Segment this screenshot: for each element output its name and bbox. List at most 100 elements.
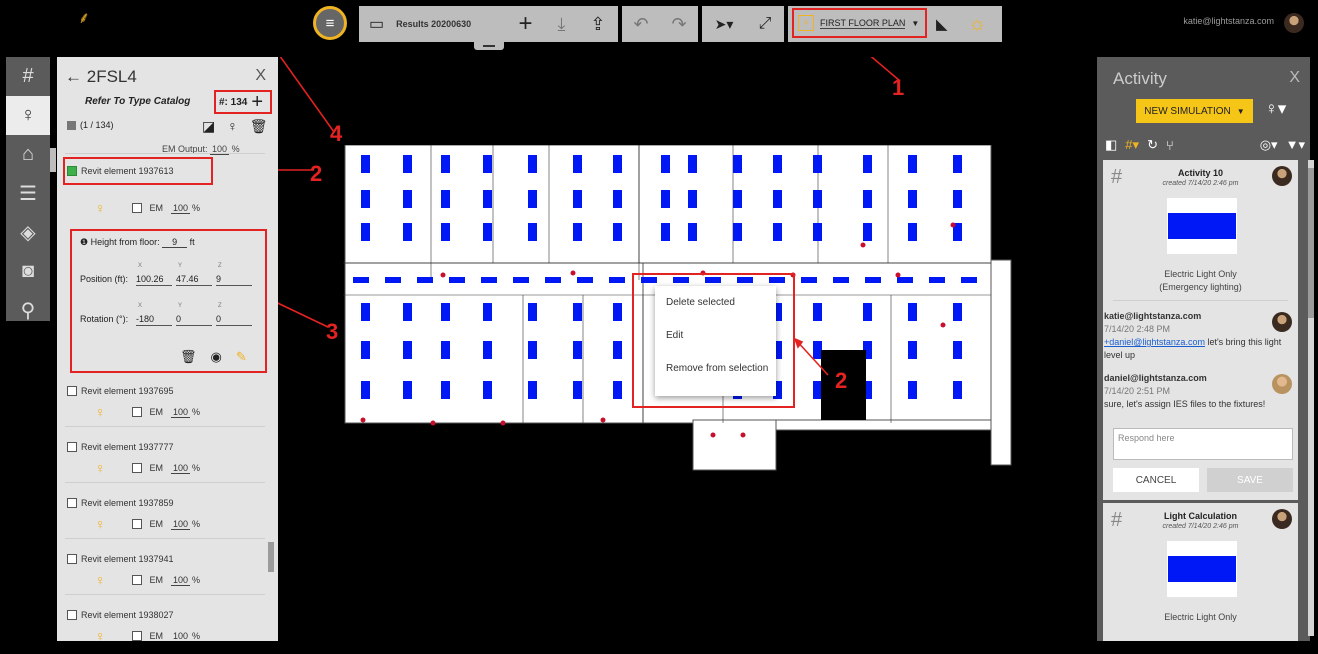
fixture-marker[interactable] [940, 322, 946, 328]
light-fixture[interactable] [403, 381, 412, 399]
light-fixture[interactable] [441, 155, 450, 173]
light-fixture[interactable] [573, 155, 582, 173]
light-fixture[interactable] [953, 190, 962, 208]
light-fixture[interactable] [528, 190, 537, 208]
light-fixture[interactable] [361, 190, 370, 208]
branch-icon[interactable]: ⑂ [1166, 138, 1174, 153]
light-fixture[interactable] [361, 341, 370, 359]
avatar[interactable] [1284, 13, 1304, 33]
add-fixture-button[interactable]: + [251, 92, 263, 112]
location-pin-icon[interactable]: ⚲ [6, 291, 50, 330]
light-fixture[interactable] [661, 223, 670, 241]
new-simulation-button[interactable]: NEW SIMULATION ▼ [1136, 99, 1253, 123]
element-checkbox[interactable] [67, 498, 77, 508]
light-fixture[interactable] [863, 190, 872, 208]
light-fixture[interactable] [513, 277, 529, 283]
light-fixture[interactable] [613, 341, 622, 359]
em-input[interactable]: 100 [171, 463, 191, 474]
expand-icon[interactable]: ⤢ [759, 15, 772, 33]
position-x-input[interactable]: 100.26 [136, 274, 172, 286]
bulb-outline-icon[interactable]: ♀ [227, 118, 238, 135]
fixture-marker[interactable] [950, 222, 956, 228]
user-email[interactable]: katie@lightstanza.com [1183, 16, 1274, 26]
light-fixture[interactable] [773, 190, 782, 208]
em-input[interactable]: 100 [171, 631, 191, 641]
measure-icon[interactable]: ◣ [936, 15, 948, 33]
element-row[interactable]: Revit element 1937695 [67, 386, 174, 396]
visibility-icon[interactable]: ◎▾ [1260, 137, 1278, 153]
em-checkbox[interactable] [131, 463, 142, 473]
respond-input[interactable]: Respond here [1113, 428, 1293, 460]
fixture-marker[interactable] [860, 242, 866, 248]
light-fixture[interactable] [403, 303, 412, 321]
save-button[interactable]: SAVE [1207, 468, 1293, 492]
result-thumbnail[interactable] [1167, 541, 1237, 597]
light-fixture[interactable] [573, 303, 582, 321]
close-icon[interactable]: X [255, 67, 266, 85]
light-fixture[interactable] [449, 277, 465, 283]
light-fixture[interactable] [545, 277, 561, 283]
light-fixture[interactable] [441, 381, 450, 399]
light-fixture[interactable] [441, 190, 450, 208]
menu-fab-button[interactable]: ≡ [313, 6, 347, 40]
element-row[interactable]: Revit element 1937777 [67, 442, 174, 452]
light-fixture[interactable] [688, 190, 697, 208]
card-title[interactable]: Activity 10 [1103, 168, 1298, 178]
light-fixture[interactable] [613, 223, 622, 241]
trash-icon[interactable]: 🗑 [180, 349, 197, 365]
light-fixture[interactable] [688, 223, 697, 241]
em-checkbox[interactable] [131, 407, 142, 417]
light-fixture[interactable] [863, 303, 872, 321]
element-row[interactable]: Revit element 1938027 [67, 610, 174, 620]
pointer-icon[interactable]: ➤▾ [715, 16, 734, 33]
edit-item[interactable]: Edit [655, 319, 776, 352]
undo-icon[interactable]: ↶ [633, 14, 648, 35]
light-fixture[interactable] [733, 223, 742, 241]
fixture-marker[interactable] [570, 270, 576, 276]
light-fixture[interactable] [733, 155, 742, 173]
fixture-marker[interactable] [440, 272, 446, 278]
grid-filter-icon[interactable]: #▾ [1125, 137, 1139, 153]
light-fixture[interactable] [483, 381, 492, 399]
light-fixture[interactable] [481, 277, 497, 283]
light-fixture[interactable] [773, 155, 782, 173]
light-fixture[interactable] [483, 341, 492, 359]
em-checkbox[interactable] [131, 519, 142, 529]
light-fixture[interactable] [403, 341, 412, 359]
light-fixture[interactable] [483, 223, 492, 241]
floor-plan-select[interactable]: ♀ FIRST FLOOR PLAN ▼ [792, 8, 927, 38]
add-icon[interactable]: + [518, 10, 532, 38]
scrollbar[interactable] [1308, 160, 1314, 636]
em-checkbox[interactable] [131, 631, 142, 641]
light-fixture[interactable] [661, 155, 670, 173]
light-fixture[interactable] [613, 190, 622, 208]
element-checkbox[interactable] [67, 166, 77, 176]
cancel-button[interactable]: CANCEL [1113, 468, 1199, 492]
light-fixture[interactable] [801, 277, 817, 283]
light-fixture[interactable] [361, 303, 370, 321]
back-arrow-icon[interactable]: ← [65, 67, 82, 86]
remove-from-selection-item[interactable]: Remove from selection [655, 352, 776, 385]
fixture-marker[interactable] [740, 432, 746, 438]
sun-icon[interactable]: ☼ [968, 13, 986, 36]
grid-icon[interactable]: # [6, 57, 50, 96]
em-input[interactable]: 100 [171, 203, 191, 214]
light-fixture[interactable] [613, 303, 622, 321]
light-fixture[interactable] [863, 223, 872, 241]
light-fixture[interactable] [483, 190, 492, 208]
result-thumbnail[interactable] [1167, 198, 1237, 254]
rotation-y-input[interactable]: 0 [176, 314, 212, 326]
toolbar-handle[interactable] [474, 42, 504, 50]
light-fixture[interactable] [483, 155, 492, 173]
light-fixture[interactable] [361, 381, 370, 399]
element-row[interactable]: Revit element 1937859 [67, 498, 174, 508]
light-fixture[interactable] [813, 190, 822, 208]
light-fixture[interactable] [953, 381, 962, 399]
element-checkbox[interactable] [67, 442, 77, 452]
em-input[interactable]: 100 [171, 575, 191, 586]
position-y-input[interactable]: 47.46 [176, 274, 212, 286]
light-fixture[interactable] [813, 381, 822, 399]
mention-link[interactable]: +daniel@lightstanza.com [1104, 337, 1205, 347]
select-all-icon[interactable]: ◪ [202, 118, 215, 135]
light-fixture[interactable] [483, 303, 492, 321]
